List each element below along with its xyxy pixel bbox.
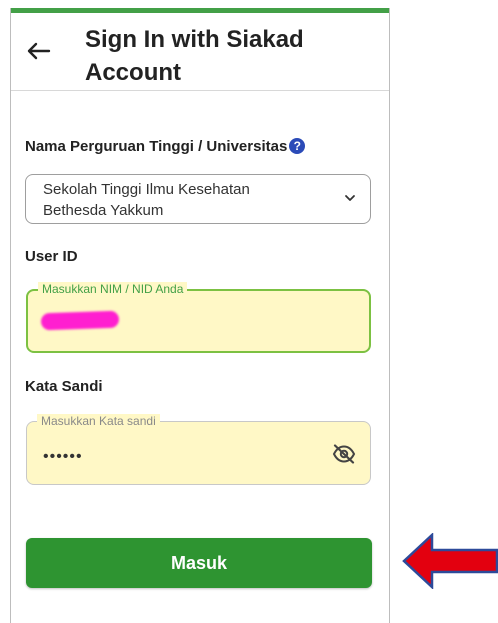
redacted-user-id (40, 310, 120, 331)
university-label: Nama Perguruan Tinggi / Universitas? (25, 138, 306, 155)
app-header: Sign In with Siakad Account (11, 13, 389, 91)
university-select[interactable]: Sekolah Tinggi Ilmu Kesehatan Bethesda Y… (25, 174, 371, 224)
user-id-placeholder: Masukkan NIM / NID Anda (38, 282, 188, 296)
phone-screen: Sign In with Siakad Account Nama Perguru… (10, 8, 390, 623)
chevron-down-icon (345, 195, 355, 201)
password-label: Kata Sandi (25, 378, 103, 395)
help-icon[interactable]: ? (289, 138, 306, 154)
masuk-button[interactable]: Masuk (26, 538, 372, 588)
password-value: •••••• (43, 448, 83, 465)
user-id-input[interactable]: Masukkan NIM / NID Anda (26, 282, 371, 353)
eye-off-icon[interactable] (332, 444, 356, 464)
password-input[interactable]: Masukkan Kata sandi •••••• (26, 414, 371, 485)
arrow-left-icon[interactable] (25, 41, 51, 61)
university-label-text: Nama Perguruan Tinggi / Universitas (25, 138, 288, 155)
password-placeholder: Masukkan Kata sandi (37, 414, 160, 428)
user-id-label: User ID (25, 248, 78, 265)
university-selected-value: Sekolah Tinggi Ilmu Kesehatan Bethesda Y… (43, 181, 250, 219)
pointer-arrow-icon (402, 533, 498, 589)
page-title: Sign In with Siakad Account (85, 26, 304, 86)
